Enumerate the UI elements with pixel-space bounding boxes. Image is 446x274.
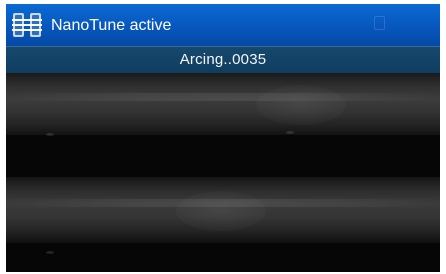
arc-status-text: Arcing..0035 [179, 51, 267, 68]
upper-fiber-image [6, 73, 440, 135]
dust-speck [46, 133, 54, 136]
status-bar: Arcing..0035 [6, 46, 440, 73]
dust-speck [46, 251, 54, 254]
dust-speck [286, 131, 294, 134]
title-bar: NanoTune active [6, 4, 440, 46]
fiber-camera-view [6, 73, 440, 272]
battery-icon [374, 16, 385, 30]
splicer-screen: NanoTune active Arcing..0035 [6, 4, 440, 272]
arc-glow [176, 191, 266, 231]
app-title: NanoTune active [51, 17, 172, 34]
arc-glow [256, 85, 346, 125]
fiber-splice-app-icon [12, 13, 42, 37]
fiber-highlight [6, 93, 440, 101]
